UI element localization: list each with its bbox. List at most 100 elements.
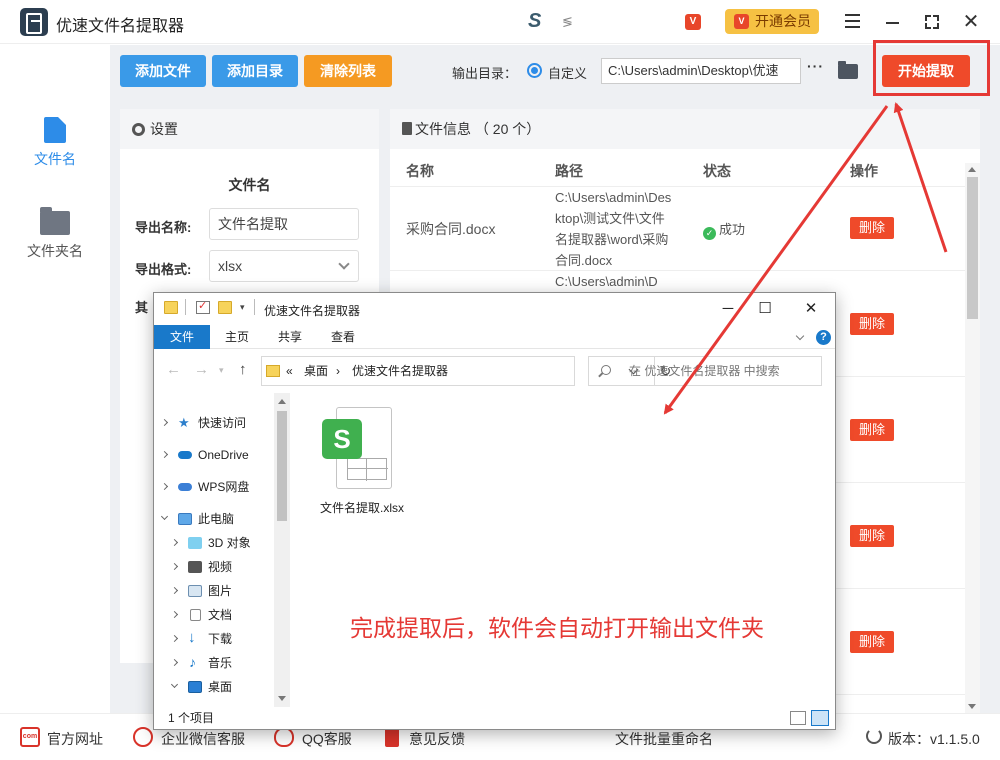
delete-button[interactable]: 删除 bbox=[850, 419, 894, 441]
properties-icon[interactable] bbox=[196, 299, 210, 314]
start-extract-button[interactable]: 开始提取 bbox=[882, 55, 970, 87]
help-icon[interactable]: ? bbox=[816, 330, 831, 345]
item-count: 1 个项目 bbox=[168, 711, 215, 725]
nav-item-foldername[interactable]: 文件夹名 bbox=[0, 207, 110, 261]
details-view-icon[interactable] bbox=[790, 711, 806, 725]
menu-icon[interactable] bbox=[840, 10, 864, 34]
add-directory-button[interactable]: 添加目录 bbox=[212, 55, 298, 87]
breadcrumb-overflow[interactable]: « bbox=[286, 357, 293, 385]
expand-icon[interactable] bbox=[160, 418, 169, 427]
large-icons-view-icon[interactable] bbox=[811, 710, 829, 726]
version-number: v1.1.5.0 bbox=[930, 731, 980, 747]
delete-button[interactable]: 删除 bbox=[850, 217, 894, 239]
success-check-icon: ✓ bbox=[703, 227, 716, 240]
address-bar[interactable]: « 桌面 › 优速文件名提取器 ↻ bbox=[261, 356, 671, 386]
expand-icon[interactable] bbox=[170, 658, 179, 667]
scrollbar-thumb[interactable] bbox=[277, 411, 287, 521]
tree-item-downloads[interactable]: ↓ 下载 bbox=[164, 629, 232, 649]
delete-button[interactable]: 删除 bbox=[850, 525, 894, 547]
tree-item-wps-drive[interactable]: WPS网盘 bbox=[154, 477, 249, 497]
app-title: 优速文件名提取器 bbox=[56, 18, 185, 35]
search-input[interactable]: 在 优速文件名提取器 中搜索 bbox=[588, 356, 822, 386]
tree-item-music[interactable]: ♪ 音乐 bbox=[164, 653, 232, 673]
tree-item-pictures[interactable]: 图片 bbox=[164, 581, 232, 601]
expand-icon[interactable] bbox=[170, 634, 179, 643]
customize-dropdown-icon[interactable]: ▾ bbox=[240, 302, 245, 313]
tree-item-label: 音乐 bbox=[208, 656, 233, 670]
tree-item-documents[interactable]: 文档 bbox=[164, 605, 232, 625]
tab-view[interactable]: 查看 bbox=[317, 325, 369, 349]
breadcrumb-separator: › bbox=[336, 364, 340, 378]
breadcrumb-desktop[interactable]: 桌面 bbox=[304, 357, 328, 385]
forward-icon[interactable]: → bbox=[194, 361, 209, 378]
tree-item-3d-objects[interactable]: 3D 对象 bbox=[164, 533, 251, 553]
batch-rename-link[interactable]: 文件批量重命名 bbox=[615, 729, 713, 749]
add-file-button[interactable]: 添加文件 bbox=[120, 55, 206, 87]
refresh-icon[interactable] bbox=[866, 728, 882, 744]
expand-ribbon-icon[interactable] bbox=[795, 331, 805, 341]
tree-scrollbar[interactable] bbox=[274, 393, 290, 707]
clear-list-button[interactable]: 清除列表 bbox=[304, 55, 392, 87]
tab-home[interactable]: 主页 bbox=[211, 325, 263, 349]
breadcrumb-current[interactable]: 优速文件名提取器 bbox=[352, 357, 448, 385]
wps-sheet-badge: S bbox=[322, 419, 362, 459]
minimize-icon[interactable] bbox=[880, 10, 904, 34]
expand-icon[interactable] bbox=[170, 586, 179, 595]
export-name-input[interactable]: 文件名提取 bbox=[209, 208, 359, 240]
scroll-down-icon[interactable] bbox=[968, 704, 976, 709]
delete-button[interactable]: 删除 bbox=[850, 313, 894, 335]
scroll-up-icon[interactable] bbox=[278, 399, 286, 404]
file-path-cell: C:\Users\admin\Desktop\测试文件\文件名提取器\word\… bbox=[555, 190, 672, 268]
scrollbar-thumb[interactable] bbox=[967, 177, 978, 319]
version-info: 版本：v1.1.5.0 bbox=[866, 728, 980, 749]
maximize-icon[interactable]: ☐ bbox=[750, 297, 780, 321]
output-path-input[interactable]: C:\Users\admin\Desktop\优速 bbox=[601, 58, 801, 84]
status-text: 成功 bbox=[719, 222, 746, 237]
close-icon[interactable]: ✕ bbox=[796, 297, 826, 321]
expand-icon[interactable] bbox=[170, 610, 179, 619]
file-item-name[interactable]: 文件名提取.xlsx bbox=[294, 499, 430, 516]
expand-icon[interactable] bbox=[170, 538, 179, 547]
tree-item-desktop[interactable]: 桌面 bbox=[164, 677, 232, 697]
custom-radio[interactable] bbox=[527, 63, 542, 78]
tree-item-videos[interactable]: 视频 bbox=[164, 557, 232, 577]
close-icon[interactable]: ✕ bbox=[959, 10, 983, 34]
tree-item-quick-access[interactable]: ★ 快速访问 bbox=[154, 413, 246, 433]
scroll-up-icon[interactable] bbox=[968, 167, 976, 172]
tab-file[interactable]: 文件 bbox=[154, 325, 210, 349]
vip-button[interactable]: V 开通会员 bbox=[725, 9, 819, 34]
fullscreen-icon[interactable] bbox=[920, 10, 944, 34]
qq-service-link[interactable]: QQ客服 bbox=[274, 727, 352, 749]
tree-item-this-pc[interactable]: 此电脑 bbox=[154, 509, 234, 529]
table-scrollbar[interactable] bbox=[965, 163, 980, 713]
expand-icon[interactable] bbox=[160, 450, 169, 459]
website-link[interactable]: com 官方网址 bbox=[20, 727, 103, 749]
vip-badge-icon[interactable]: V bbox=[685, 14, 701, 30]
wechat-service-link[interactable]: 企业微信客服 bbox=[133, 727, 245, 749]
expand-icon[interactable] bbox=[170, 562, 179, 571]
feedback-link[interactable]: 意见反馈 bbox=[385, 727, 465, 749]
minimize-icon[interactable]: ─ bbox=[713, 297, 743, 321]
spreadsheet-file-icon[interactable]: S bbox=[322, 405, 394, 493]
custom-radio-label[interactable]: 自定义 bbox=[548, 63, 587, 82]
back-icon[interactable]: ← bbox=[166, 361, 181, 378]
expand-icon[interactable] bbox=[160, 482, 169, 491]
scroll-down-icon[interactable] bbox=[278, 696, 286, 701]
settings-header: 设置 bbox=[120, 109, 379, 149]
collapse-icon[interactable] bbox=[170, 680, 179, 689]
tab-share[interactable]: 共享 bbox=[264, 325, 316, 349]
browse-more-button[interactable]: ··· bbox=[807, 58, 824, 74]
export-format-select[interactable]: xlsx bbox=[209, 250, 359, 282]
tree-item-onedrive[interactable]: OneDrive bbox=[154, 445, 249, 465]
nav-item-filename[interactable]: 文件名 bbox=[0, 117, 110, 169]
new-folder-icon[interactable] bbox=[218, 301, 232, 314]
table-row[interactable]: 采购合同.docx C:\Users\admin\Desktop\测试文件\文件… bbox=[390, 187, 980, 271]
open-folder-icon[interactable] bbox=[838, 61, 858, 79]
table-header: 名称 路径 状态 操作 bbox=[390, 149, 980, 187]
recent-dropdown-icon[interactable]: ▾ bbox=[219, 365, 224, 376]
collapse-icon[interactable] bbox=[160, 512, 169, 521]
delete-button[interactable]: 删除 bbox=[850, 631, 894, 653]
up-icon[interactable]: ↑ bbox=[239, 361, 247, 378]
nav-item-label: 文件夹名 bbox=[27, 243, 83, 259]
film-icon bbox=[188, 561, 202, 573]
